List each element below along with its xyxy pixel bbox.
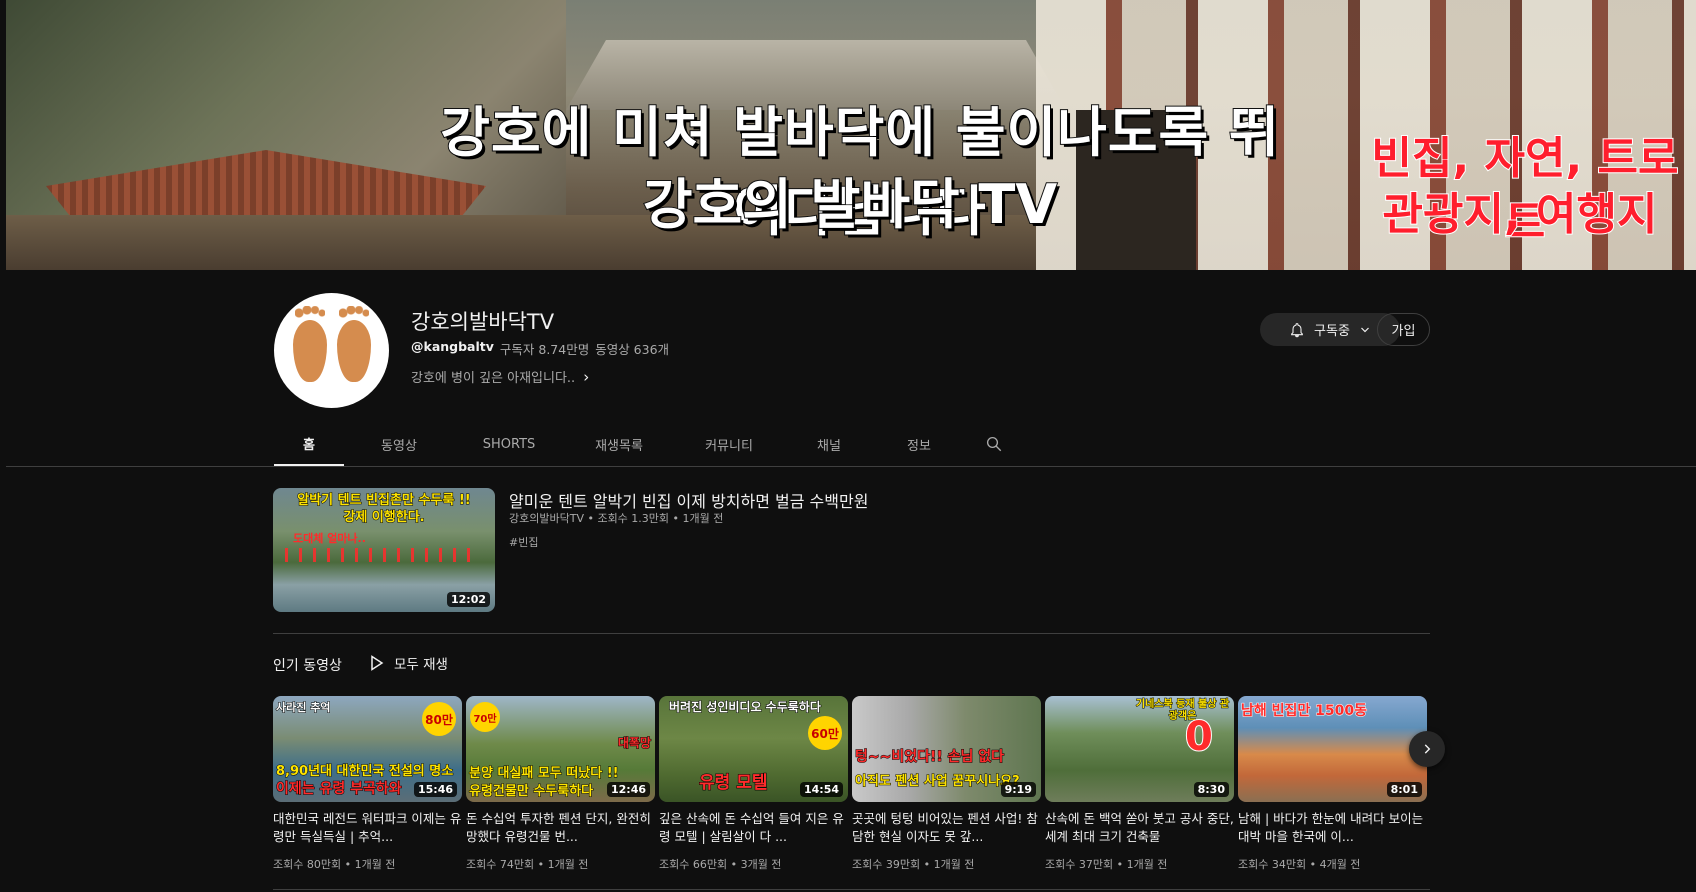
subscriber-count: 구독자 8.74만명 xyxy=(499,342,590,357)
video-card[interactable]: 70만 대폭망 분양 대실패 모두 떠났다 !! 유령건물만 수두룩하다 12:… xyxy=(466,696,655,872)
popular-section-title: 인기 동영상 xyxy=(273,658,342,674)
video-thumbnail[interactable]: 사라진 추억 80만 8,90년대 대한민국 전설의 명소 이제는 유령 부곡하… xyxy=(273,696,462,802)
featured-video-title[interactable]: 얄미운 텐트 알박기 빈집 이제 방치하면 벌금 수백만원 xyxy=(509,488,868,512)
featured-thumb-subcaption: 도대체 얼마나.. xyxy=(293,532,366,545)
video-card[interactable]: 기네스북 등재 불상 관광객은 0 8:30 산속에 돈 백억 쏟아 붓고 공사… xyxy=(1045,696,1234,872)
video-title[interactable]: 남해 | 바다가 한눈에 내려다 보이는 대박 마을 한국에 이... xyxy=(1238,810,1427,846)
video-card[interactable]: 버려진 성인비디오 수두룩하다 60만 유령 모텔 14:54 깊은 산속에 돈… xyxy=(659,696,848,872)
channel-handle: @kangbaltv xyxy=(411,339,494,354)
bell-icon xyxy=(1291,322,1303,337)
featured-thumb-caption: 알박기 텐트 빈집촌만 수두룩 !! 강제 이행한다. xyxy=(297,493,471,526)
video-thumbnail[interactable]: 남해 빈집만 1500동 8:01 xyxy=(1238,696,1427,802)
video-duration: 14:54 xyxy=(799,782,843,797)
tab-videos[interactable]: 동영상 xyxy=(344,422,454,466)
subscribed-label: 구독중 xyxy=(1314,324,1350,339)
play-all-button[interactable]: 모두 재생 xyxy=(370,653,448,673)
video-count: 동영상 636개 xyxy=(595,342,670,357)
banner-side2: 관광지, 여행지 xyxy=(1382,188,1659,241)
section-divider xyxy=(273,889,1430,890)
video-title[interactable]: 곳곳에 텅텅 비어있는 펜션 사업! 참담한 현실 이자도 못 갚... xyxy=(852,810,1041,846)
shelf-next-button[interactable] xyxy=(1409,731,1445,767)
tab-home[interactable]: 홈 xyxy=(274,422,344,466)
video-meta: 조회수 34만회 • 4개월 전 xyxy=(1238,858,1361,871)
video-card[interactable]: 텅~~비었다!! 손님 없다 아직도 펜션 사업 꿈꾸시나요? 9:19 곳곳에… xyxy=(852,696,1041,872)
video-title[interactable]: 대한민국 레전드 워터파크 이제는 유령만 득실득실 | 추억... xyxy=(273,810,462,846)
video-duration: 12:02 xyxy=(446,592,490,607)
channel-description[interactable]: 강호에 병이 깊은 아재입니다.. › xyxy=(411,367,590,387)
video-card[interactable]: 남해 빈집만 1500동 8:01 남해 | 바다가 한눈에 내려다 보이는 대… xyxy=(1238,696,1427,872)
video-title[interactable]: 산속에 돈 백억 쏟아 붓고 공사 중단, 세계 최대 크기 건축물 xyxy=(1045,810,1234,846)
video-title[interactable]: 깊은 산속에 돈 수십억 들여 지은 유령 모텔 | 살림살이 다 ... xyxy=(659,810,848,846)
channel-avatar[interactable] xyxy=(274,293,389,408)
tab-shorts[interactable]: SHORTS xyxy=(454,422,564,466)
footprint-right-icon xyxy=(336,305,371,382)
video-card[interactable]: 사라진 추억 80만 8,90년대 대한민국 전설의 명소 이제는 유령 부곡하… xyxy=(273,696,462,872)
video-meta: 조회수 37만회 • 1개월 전 xyxy=(1045,858,1168,871)
chevron-right-icon xyxy=(1424,744,1431,754)
banner-line2: 강호의 발바닥 TV xyxy=(642,172,1058,237)
footprint-left-icon xyxy=(292,305,327,382)
channel-description-text: 강호에 병이 깊은 아재입니다.. xyxy=(411,371,576,386)
tab-community[interactable]: 커뮤니티 xyxy=(674,422,784,466)
channel-meta: @kangbaltv 구독자 8.74만명 동영상 636개 xyxy=(411,339,669,358)
video-duration: 9:19 xyxy=(1000,782,1036,797)
channel-tabs: 홈 동영상 SHORTS 재생목록 커뮤니티 채널 정보 xyxy=(274,422,1024,466)
video-title[interactable]: 돈 수십억 투자한 펜션 단지, 완전히 망했다 유령건물 번... xyxy=(466,810,655,846)
featured-video-hashtag[interactable]: #빈집 xyxy=(509,534,538,550)
featured-video-thumbnail[interactable]: 알박기 텐트 빈집촌만 수두룩 !! 강제 이행한다. 도대체 얼마나.. 12… xyxy=(273,488,495,612)
tab-about[interactable]: 정보 xyxy=(874,422,964,466)
featured-thumb-markers xyxy=(285,548,475,562)
video-thumbnail[interactable]: 70만 대폭망 분양 대실패 모두 떠났다 !! 유령건물만 수두룩하다 12:… xyxy=(466,696,655,802)
video-duration: 8:01 xyxy=(1386,782,1422,797)
play-all-label: 모두 재생 xyxy=(394,657,448,673)
chevron-down-icon xyxy=(1361,327,1369,332)
video-meta: 조회수 66만회 • 3개월 전 xyxy=(659,858,782,871)
join-button[interactable]: 가입 xyxy=(1377,313,1430,346)
video-meta: 조회수 74만회 • 1개월 전 xyxy=(466,858,589,871)
search-icon xyxy=(986,436,1002,452)
tab-channels[interactable]: 채널 xyxy=(784,422,874,466)
video-duration: 12:46 xyxy=(606,782,650,797)
section-divider xyxy=(273,633,1430,634)
video-meta: 조회수 80만회 • 1개월 전 xyxy=(273,858,396,871)
tabs-divider xyxy=(6,466,1696,467)
channel-search-button[interactable] xyxy=(964,422,1024,466)
featured-video-meta: 강호의발바닥TV • 조회수 1.3만회 • 1개월 전 xyxy=(509,512,724,525)
video-thumbnail[interactable]: 텅~~비었다!! 손님 없다 아직도 펜션 사업 꿈꾸시나요? 9:19 xyxy=(852,696,1041,802)
video-meta: 조회수 39만회 • 1개월 전 xyxy=(852,858,975,871)
tab-playlists[interactable]: 재생목록 xyxy=(564,422,674,466)
video-duration: 8:30 xyxy=(1193,782,1229,797)
video-thumbnail[interactable]: 버려진 성인비디오 수두룩하다 60만 유령 모텔 14:54 xyxy=(659,696,848,802)
channel-name: 강호의발바닥TV xyxy=(411,310,555,334)
video-thumbnail[interactable]: 기네스북 등재 불상 관광객은 0 8:30 xyxy=(1045,696,1234,802)
chevron-right-icon: › xyxy=(583,367,590,386)
video-duration: 15:46 xyxy=(413,782,457,797)
play-icon xyxy=(371,655,384,671)
